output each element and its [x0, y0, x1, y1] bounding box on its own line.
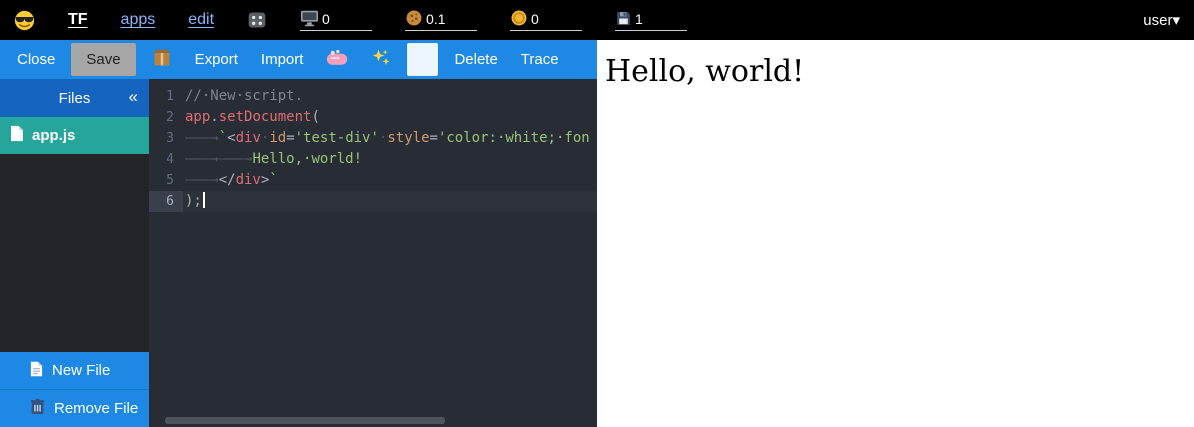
code-token: ———→: [185, 172, 219, 188]
code-token: div: [236, 130, 261, 146]
app-window: TF apps edit 0: [0, 0, 1194, 427]
text-cursor: [203, 192, 205, 208]
line-number: 1: [149, 86, 183, 107]
close-button[interactable]: Close: [10, 43, 62, 76]
smiley-sunglasses-icon[interactable]: [14, 10, 35, 31]
cookie-icon: [405, 9, 423, 27]
code-token: ———→: [185, 130, 219, 146]
code-token: ———→: [219, 151, 253, 167]
user-menu[interactable]: user▾: [1143, 11, 1180, 29]
sparkles-button[interactable]: [364, 40, 398, 80]
code-line[interactable]: app.setDocument(: [183, 107, 597, 128]
code-token: (: [311, 109, 319, 125]
line-number: 4: [149, 149, 183, 170]
code-token: );: [185, 193, 202, 209]
stat-computer-value: 0: [322, 11, 330, 27]
line-number: 5: [149, 170, 183, 191]
main-area: Close Save Export Import: [0, 40, 1194, 427]
workspace: Files « app.js: [0, 79, 597, 427]
delete-button[interactable]: Delete: [447, 43, 504, 76]
code-token: id: [269, 130, 286, 146]
stat-coin-value: 0: [531, 11, 539, 27]
code-token: 'test-div': [295, 130, 379, 146]
sparkles-icon: [371, 48, 391, 72]
dice-icon[interactable]: [247, 10, 267, 30]
trash-icon: [30, 398, 45, 419]
code-token: =: [286, 130, 294, 146]
code-token: `: [269, 172, 277, 188]
code-token: 'color:·white;·fon: [438, 130, 590, 146]
gutter: 123456: [149, 79, 183, 427]
editor-panel: Close Save Export Import: [0, 40, 597, 427]
preview-heading: Hello, world!: [605, 54, 1186, 89]
coin-icon: [510, 9, 528, 27]
code-token: .: [210, 109, 218, 125]
code-line[interactable]: //·New·script.: [183, 86, 597, 107]
code-token: setDocument: [219, 109, 312, 125]
code-token: div: [236, 172, 261, 188]
soap-button[interactable]: [319, 41, 355, 78]
code-token: //·New·script.: [185, 88, 303, 104]
code-token: =: [430, 130, 438, 146]
trace-button[interactable]: Trace: [514, 43, 566, 76]
code-token: app: [185, 109, 210, 125]
brand-link[interactable]: TF: [68, 11, 88, 29]
editor-toolbar: Close Save Export Import: [0, 40, 597, 79]
stat-computer[interactable]: 0: [300, 10, 372, 31]
new-file-label: New File: [52, 362, 110, 379]
save-button[interactable]: Save: [71, 43, 135, 76]
code-token: </: [219, 172, 236, 188]
code-line[interactable]: ———→———→Hello,·world!: [183, 149, 597, 170]
topbar: TF apps edit 0: [0, 0, 1194, 40]
line-number: 3: [149, 128, 183, 149]
soap-icon: [326, 49, 348, 70]
stat-cookie[interactable]: 0.1: [405, 9, 477, 31]
line-number: 2: [149, 107, 183, 128]
line-number: 6: [149, 191, 183, 212]
file-item-appjs[interactable]: app.js: [0, 117, 149, 154]
stat-coin[interactable]: 0: [510, 9, 582, 31]
export-button[interactable]: Export: [188, 43, 245, 76]
blank-button[interactable]: [407, 43, 438, 76]
nav-link-apps[interactable]: apps: [121, 11, 156, 29]
files-sidebar: Files « app.js: [0, 79, 149, 427]
stat-cookie-value: 0.1: [426, 11, 445, 27]
stat-floppy[interactable]: 1: [615, 10, 687, 31]
code-token: Hello,·world!: [252, 151, 362, 167]
package-icon: [152, 48, 172, 72]
horizontal-scrollbar-thumb[interactable]: [165, 417, 445, 424]
code-token: `: [219, 130, 227, 146]
file-icon: [30, 361, 43, 381]
files-header-label: Files: [59, 90, 91, 107]
file-name: app.js: [32, 127, 75, 144]
import-button[interactable]: Import: [254, 43, 311, 76]
computer-icon: [300, 10, 319, 27]
code-editor: 123456 //·New·script.app.setDocument(———…: [149, 79, 597, 427]
code-token: ———→: [185, 151, 219, 167]
code-line[interactable]: ———→</div>`: [183, 170, 597, 191]
collapse-sidebar-icon[interactable]: «: [129, 87, 138, 107]
code-area[interactable]: //·New·script.app.setDocument(———→`<div·…: [183, 79, 597, 427]
code-token: style: [387, 130, 429, 146]
floppy-icon: [615, 10, 632, 27]
new-file-button[interactable]: New File: [0, 352, 149, 389]
package-button[interactable]: [145, 40, 179, 80]
files-header: Files «: [0, 79, 149, 117]
remove-file-label: Remove File: [54, 400, 138, 417]
file-icon: [10, 125, 24, 146]
file-list-empty-area: [0, 154, 149, 352]
code-line[interactable]: ———→`<div·id='test-div'·style='color:·wh…: [183, 128, 597, 149]
preview-pane: Hello, world!: [597, 40, 1194, 427]
stat-floppy-value: 1: [635, 11, 643, 27]
code-token: <: [227, 130, 235, 146]
remove-file-button[interactable]: Remove File: [0, 389, 149, 427]
nav-link-edit[interactable]: edit: [188, 11, 214, 29]
code-line[interactable]: );: [183, 191, 597, 212]
